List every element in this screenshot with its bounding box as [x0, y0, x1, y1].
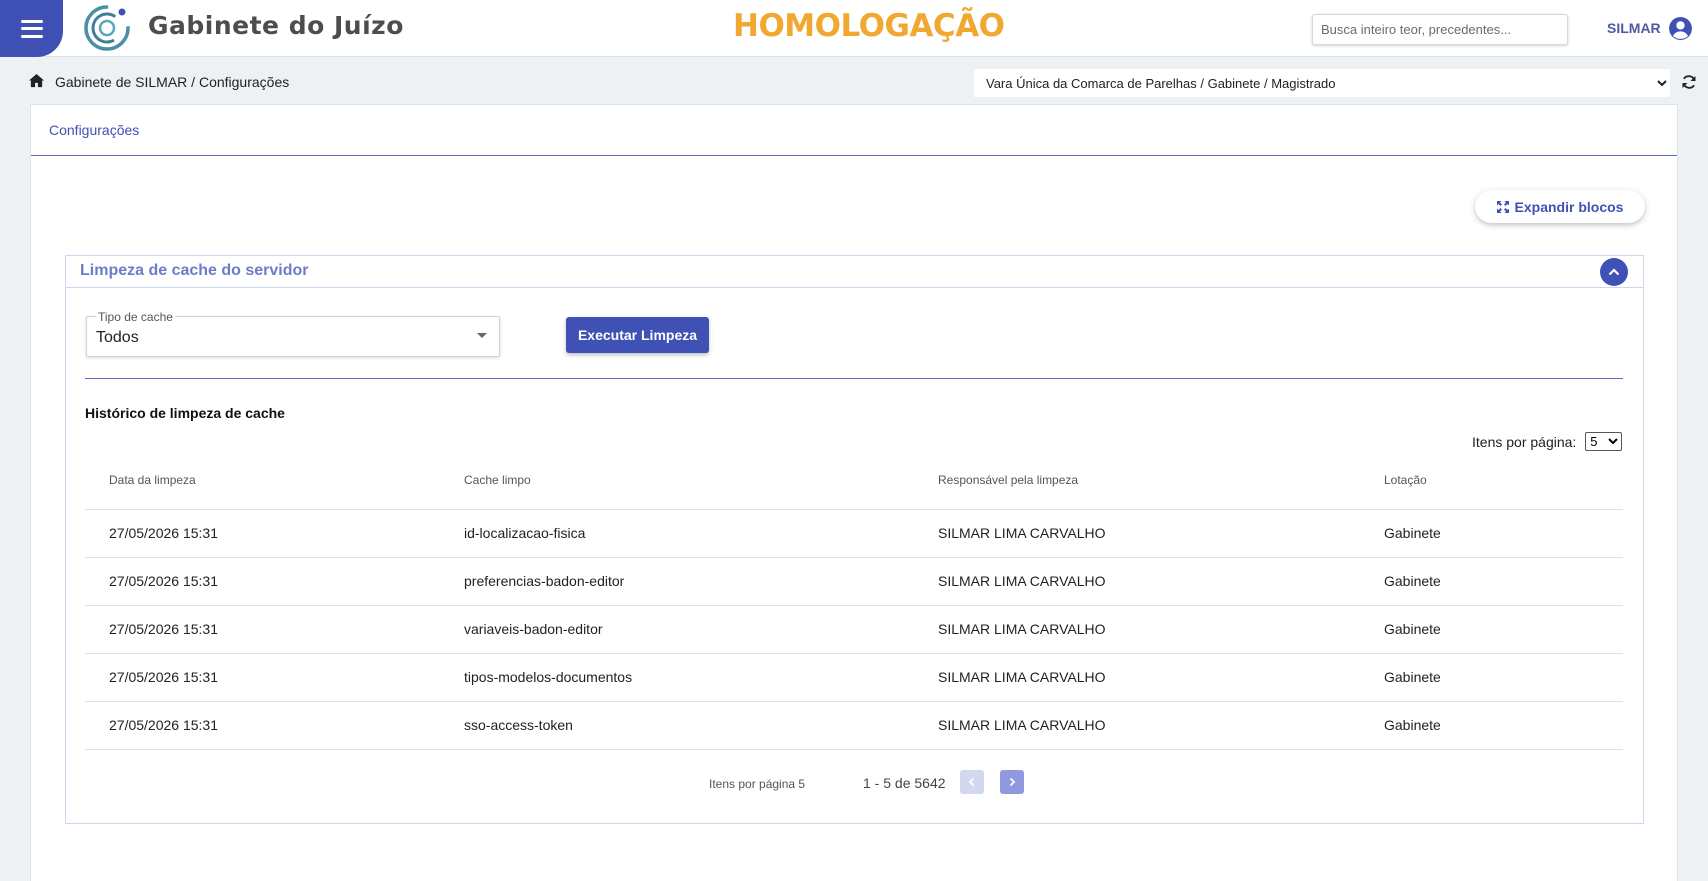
history-title: Histórico de limpeza de cache — [85, 405, 285, 421]
table-cell: sso-access-token — [464, 701, 938, 750]
table-row: 27/05/2026 15:31 id-localizacao-fisica S… — [85, 509, 1623, 558]
table-cell: 27/05/2026 15:31 — [85, 557, 464, 606]
user-name[interactable]: SILMAR — [1607, 20, 1661, 36]
expand-blocks-button[interactable]: Expandir blocos — [1475, 190, 1645, 223]
table-cell: Gabinete — [1384, 701, 1623, 750]
caret-down-icon — [477, 333, 487, 338]
table-row: 27/05/2026 15:31 preferencias-badon-edit… — [85, 557, 1623, 606]
app-title: Gabinete do Juízo — [148, 11, 404, 40]
search-input[interactable] — [1312, 14, 1568, 45]
panel-header: Limpeza de cache do servidor — [66, 256, 1643, 288]
unit-select[interactable]: Vara Única da Comarca de Parelhas / Gabi… — [974, 69, 1670, 97]
user-circle-icon[interactable] — [1668, 16, 1693, 41]
history-table: Data da limpeza Cache limpo Responsável … — [85, 451, 1623, 750]
cache-type-value: Todos — [96, 329, 139, 346]
logo-icon — [84, 5, 130, 51]
table-cell: 27/05/2026 15:31 — [85, 701, 464, 750]
items-per-page-select[interactable]: 5 — [1585, 432, 1623, 451]
items-per-page: Itens por página: 5 — [1472, 432, 1623, 451]
next-page-button[interactable] — [1000, 770, 1024, 794]
items-per-page-label: Itens por página: — [1472, 433, 1577, 450]
main-card: Configurações Expandir blocos Limpeza de… — [30, 104, 1678, 881]
previous-page-button[interactable] — [960, 770, 984, 794]
chevron-up-icon — [1608, 268, 1620, 276]
column-header[interactable]: Responsável pela limpeza — [938, 451, 1384, 510]
pager-range: 1 - 5 de 5642 — [863, 775, 946, 791]
column-header[interactable]: Cache limpo — [464, 451, 938, 510]
pager-items-per-page: Itens por página 5 — [709, 777, 806, 791]
home-icon[interactable] — [28, 73, 45, 88]
cache-cleanup-panel: Limpeza de cache do servidor Tipo de cac… — [65, 255, 1644, 824]
execute-cleanup-button[interactable]: Executar Limpeza — [566, 317, 709, 353]
table-cell: SILMAR LIMA CARVALHO — [938, 557, 1384, 606]
table-cell: tipos-modelos-documentos — [464, 653, 938, 702]
column-header[interactable]: Lotação — [1384, 451, 1623, 510]
panel-title: Limpeza de cache do servidor — [80, 262, 309, 279]
table-header-row: Data da limpeza Cache limpo Responsável … — [85, 451, 1623, 510]
expand-icon — [1496, 200, 1509, 213]
breadcrumb: Gabinete de SILMAR / Configurações — [55, 74, 290, 90]
chevron-left-icon — [968, 777, 975, 787]
expand-blocks-label: Expandir blocos — [1514, 198, 1624, 215]
table-cell: SILMAR LIMA CARVALHO — [938, 701, 1384, 750]
table-row: 27/05/2026 15:31 variaveis-badon-editor … — [85, 605, 1623, 654]
tab-bar: Configurações — [31, 105, 1677, 156]
divider — [85, 378, 1623, 379]
chevron-right-icon — [1009, 777, 1016, 787]
table-cell: Gabinete — [1384, 605, 1623, 654]
table-cell: SILMAR LIMA CARVALHO — [938, 509, 1384, 558]
table-cell: SILMAR LIMA CARVALHO — [938, 653, 1384, 702]
tab-configuracoes[interactable]: Configurações — [49, 122, 139, 138]
table-cell: Gabinete — [1384, 557, 1623, 606]
table-cell: 27/05/2026 15:31 — [85, 653, 464, 702]
cache-type-select[interactable]: Tipo de cache Todos — [86, 310, 500, 357]
table-cell: 27/05/2026 15:31 — [85, 605, 464, 654]
table-cell: 27/05/2026 15:31 — [85, 509, 464, 558]
menu-button[interactable] — [0, 0, 63, 57]
cache-type-label: Tipo de cache — [96, 310, 175, 324]
top-bar: Gabinete do Juízo HOMOLOGAÇÃO SILMAR — [0, 0, 1708, 57]
environment-badge: HOMOLOGAÇÃO — [733, 8, 1005, 44]
table-cell: SILMAR LIMA CARVALHO — [938, 605, 1384, 654]
table-cell: Gabinete — [1384, 653, 1623, 702]
table-cell: preferencias-badon-editor — [464, 557, 938, 606]
paginator: Itens por página 5 1 - 5 de 5642 — [66, 768, 1643, 798]
table-row: 27/05/2026 15:31 tipos-modelos-documento… — [85, 653, 1623, 702]
table-cell: variaveis-badon-editor — [464, 605, 938, 654]
collapse-button[interactable] — [1600, 258, 1628, 286]
table-cell: id-localizacao-fisica — [464, 509, 938, 558]
hamburger-icon — [20, 19, 43, 38]
table-cell: Gabinete — [1384, 509, 1623, 558]
refresh-icon[interactable] — [1681, 74, 1697, 90]
column-header[interactable]: Data da limpeza — [85, 451, 464, 510]
table-row: 27/05/2026 15:31 sso-access-token SILMAR… — [85, 701, 1623, 750]
